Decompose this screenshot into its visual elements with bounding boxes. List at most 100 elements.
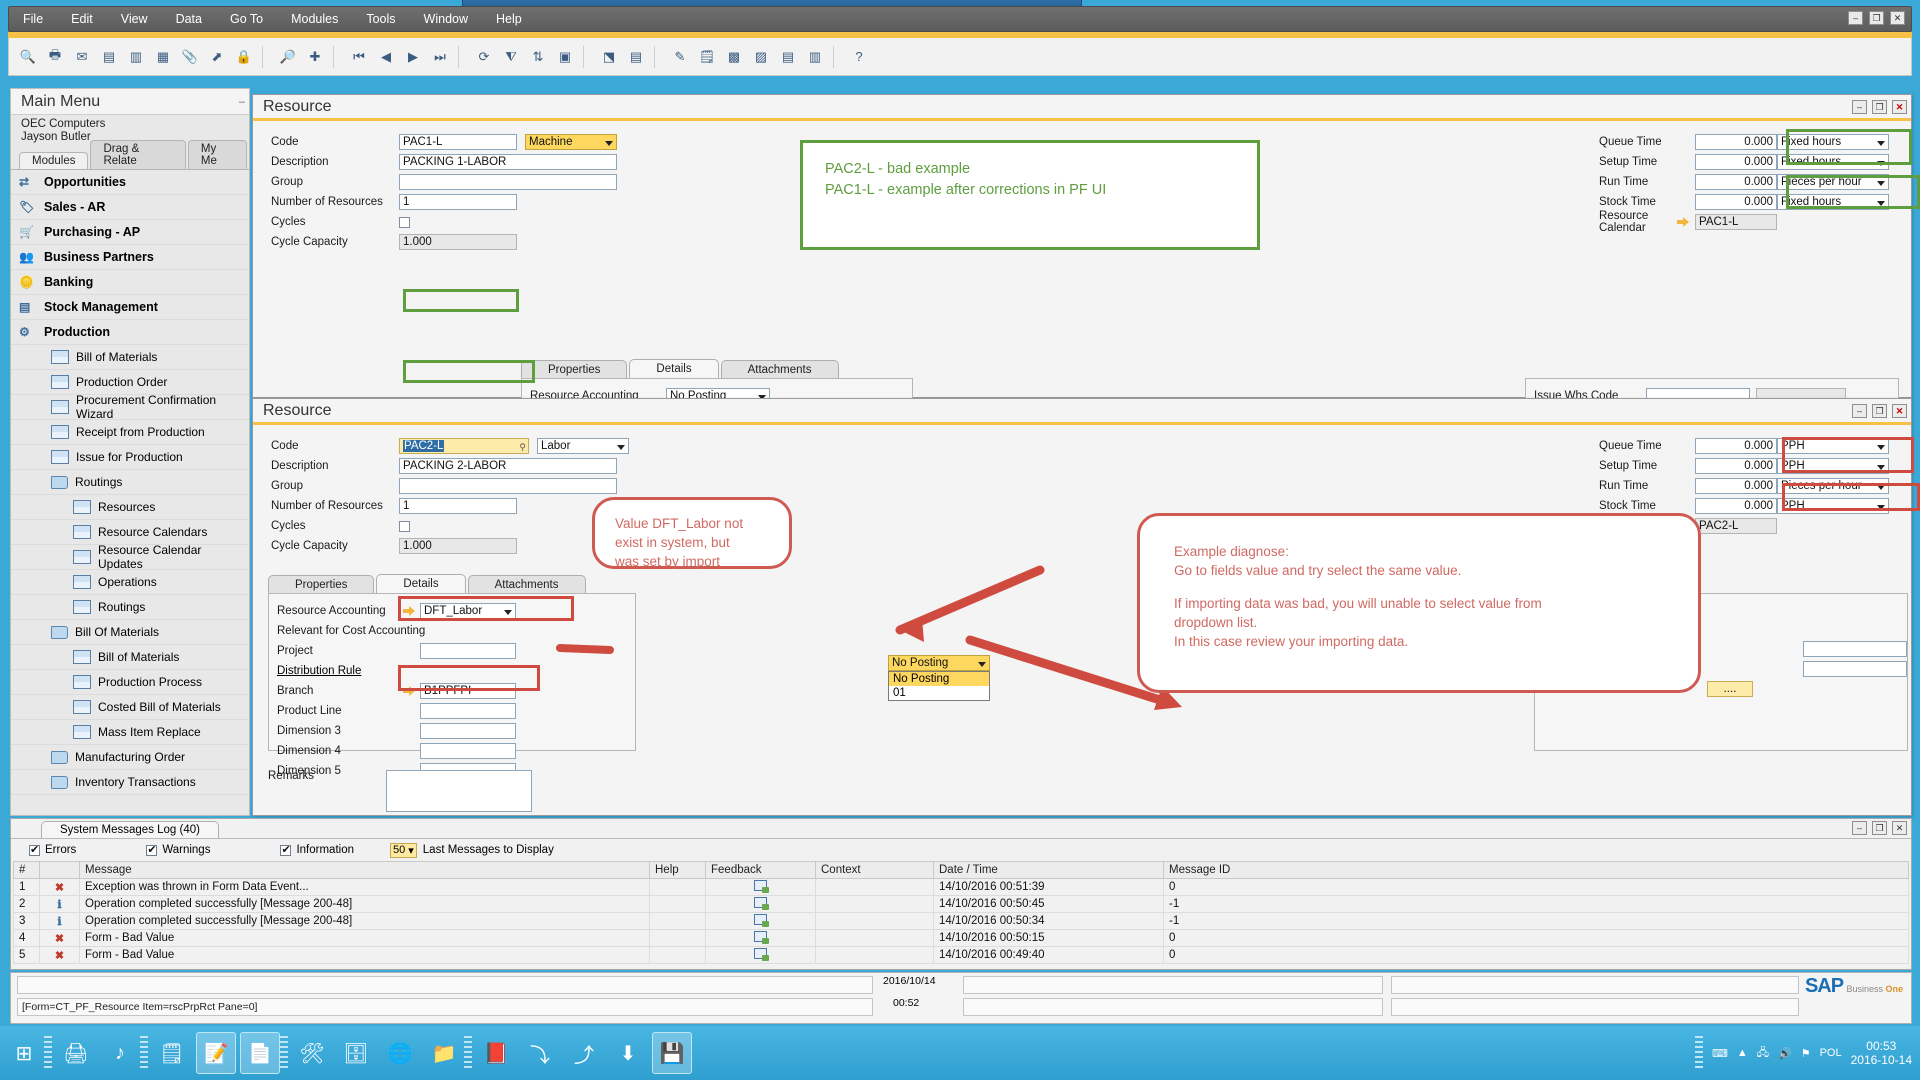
print-icon[interactable]: 🖶 xyxy=(42,44,68,70)
feedback-icon[interactable] xyxy=(706,896,816,913)
link-arrow-icon[interactable]: ⚲ xyxy=(519,440,526,454)
drag-relate-icon[interactable]: ⬔ xyxy=(596,44,622,70)
table-row[interactable]: 5✖Form - Bad Value14/10/2016 00:49:400 xyxy=(14,947,1909,964)
menu-tools[interactable]: Tools xyxy=(352,9,409,29)
sidebar-item-costed-bill-of-materials[interactable]: Costed Bill of Materials xyxy=(11,695,249,720)
number-of-resources-input[interactable]: 1 xyxy=(399,194,517,210)
attach-icon[interactable]: 📎 xyxy=(177,44,203,70)
rw2-minimize-button[interactable]: – xyxy=(1852,404,1867,418)
edit-icon[interactable]: ✎ xyxy=(667,44,693,70)
rw2-whs-input-1[interactable] xyxy=(1803,641,1907,657)
menu-goto[interactable]: Go To xyxy=(216,9,277,29)
rw2-tab-details[interactable]: Details xyxy=(376,574,465,594)
menu-view[interactable]: View xyxy=(107,9,162,29)
table-row[interactable]: 3ℹOperation completed successfully [Mess… xyxy=(14,913,1909,930)
calendar-icon[interactable]: ▤ xyxy=(623,44,649,70)
col-number[interactable]: # xyxy=(14,862,40,879)
tab-system-messages-log[interactable]: System Messages Log (40) xyxy=(41,821,219,838)
sidebar-item-manufacturing-order[interactable]: Manufacturing Order xyxy=(11,745,249,770)
sidebar-item-operations[interactable]: Operations xyxy=(11,570,249,595)
time-unit-select[interactable]: PPH xyxy=(1777,438,1889,454)
time-value-input[interactable]: 0.000 xyxy=(1695,438,1777,454)
tab-drag-relate[interactable]: Drag & Relate xyxy=(90,140,185,169)
time-value-input[interactable]: 0.000 xyxy=(1695,498,1777,514)
resource-accounting-link-arrow-icon[interactable] xyxy=(403,606,416,617)
time-unit-select[interactable]: Fixed hours xyxy=(1777,134,1889,150)
table-row[interactable]: 2ℹOperation completed successfully [Mess… xyxy=(14,896,1909,913)
time-value-input[interactable]: 0.000 xyxy=(1695,458,1777,474)
first-record-icon[interactable]: ⏮ xyxy=(346,44,372,70)
time-unit-select[interactable]: PPH xyxy=(1777,498,1889,514)
tab-my-menu[interactable]: My Me xyxy=(188,140,247,169)
taskbar-sap-icon[interactable]: 💾 xyxy=(652,1032,692,1074)
taskbar-clock[interactable]: 00:53 2016-10-14 xyxy=(1851,1039,1912,1067)
lock-icon[interactable]: 🔒 xyxy=(231,44,257,70)
export-word-icon[interactable]: ▥ xyxy=(123,44,149,70)
feedback-icon[interactable] xyxy=(706,913,816,930)
report-icon[interactable]: ▤ xyxy=(775,44,801,70)
menu-edit[interactable]: Edit xyxy=(57,9,107,29)
col-help[interactable]: Help xyxy=(650,862,706,879)
menu-data[interactable]: Data xyxy=(162,9,216,29)
email-icon[interactable]: ✉ xyxy=(69,44,95,70)
launch-icon[interactable]: ⬈ xyxy=(204,44,230,70)
taskbar-editor2-icon[interactable]: 📄 xyxy=(240,1032,280,1074)
dropdown-option-01[interactable]: 01 xyxy=(889,686,989,700)
time-value-input[interactable]: 0.000 xyxy=(1695,194,1777,210)
chevron-down-icon[interactable]: ▾ xyxy=(408,844,414,857)
time-unit-select[interactable]: Pieces per hour xyxy=(1777,174,1889,190)
cycles-checkbox-2[interactable] xyxy=(399,521,410,532)
group-input[interactable] xyxy=(399,174,617,190)
chart-icon[interactable]: ▥ xyxy=(802,44,828,70)
taskbar-app1-icon[interactable]: 📕 xyxy=(476,1032,516,1074)
information-checkbox[interactable] xyxy=(280,845,291,856)
errors-checkbox[interactable] xyxy=(29,845,40,856)
sidebar-item-routings[interactable]: Routings xyxy=(11,595,249,620)
sidebar-item-bill-of-materials[interactable]: Bill of Materials xyxy=(11,345,249,370)
resource-type-select[interactable]: Machine xyxy=(525,134,617,150)
taskbar-app3-icon[interactable]: ⤴ xyxy=(564,1032,604,1074)
time-unit-select[interactable]: Pieces per hour xyxy=(1777,478,1889,494)
table-row[interactable]: 4✖Form - Bad Value14/10/2016 00:50:150 xyxy=(14,930,1909,947)
sidebar-item-stock-management[interactable]: ▤Stock Management xyxy=(11,295,249,320)
branch-input-2[interactable]: B1PPFPI xyxy=(420,683,516,699)
sidebar-item-opportunities[interactable]: ⇄Opportunities xyxy=(11,170,249,195)
warnings-checkbox[interactable] xyxy=(146,845,157,856)
rw1-maximize-button[interactable]: ❐ xyxy=(1872,100,1887,114)
rw1-minimize-button[interactable]: – xyxy=(1852,100,1867,114)
tray-action-center-icon[interactable]: ⚑ xyxy=(1801,1047,1811,1060)
menu-window[interactable]: Window xyxy=(410,9,482,29)
sidebar-item-receipt-from-production[interactable]: Receipt from Production xyxy=(11,420,249,445)
sidebar-item-production[interactable]: ⚙Production xyxy=(11,320,249,345)
col-message-id[interactable]: Message ID xyxy=(1164,862,1909,879)
taskbar-notes-icon[interactable]: 🗒 xyxy=(152,1032,192,1074)
taskbar-media-icon[interactable]: ♪ xyxy=(100,1032,140,1074)
find-icon[interactable]: 🔎 xyxy=(275,44,301,70)
app-minimize-button[interactable]: – xyxy=(1848,11,1863,25)
resource-calendar-link-arrow-icon[interactable] xyxy=(1677,217,1690,228)
col-icon[interactable] xyxy=(40,862,80,879)
previous-record-icon[interactable]: ◀ xyxy=(373,44,399,70)
time-value-input[interactable]: 0.000 xyxy=(1695,134,1777,150)
add-icon[interactable]: ✚ xyxy=(302,44,328,70)
sidebar-item-resource-calendar-updates[interactable]: Resource Calendar Updates xyxy=(11,545,249,570)
rw2-maximize-button[interactable]: ❐ xyxy=(1872,404,1887,418)
app-close-button[interactable]: ✕ xyxy=(1890,11,1905,25)
help-icon[interactable]: ? xyxy=(846,44,872,70)
feedback-icon[interactable] xyxy=(706,947,816,964)
col-message[interactable]: Message xyxy=(80,862,650,879)
time-unit-select[interactable]: Fixed hours xyxy=(1777,194,1889,210)
log-maximize-button[interactable]: ❐ xyxy=(1872,821,1887,835)
tray-volume-icon[interactable]: 🔊 xyxy=(1778,1047,1792,1060)
rw1-close-button[interactable]: ✕ xyxy=(1892,100,1907,114)
time-unit-select[interactable]: Fixed hours xyxy=(1777,154,1889,170)
export-excel-icon[interactable]: ▤ xyxy=(96,44,122,70)
sidebar-item-issue-for-production[interactable]: Issue for Production xyxy=(11,445,249,470)
dimension4-input[interactable] xyxy=(420,743,516,759)
feedback-icon[interactable] xyxy=(706,879,816,896)
accounting-dropdown-selected[interactable]: No Posting xyxy=(888,655,990,671)
cycles-checkbox[interactable] xyxy=(399,217,410,228)
description-input[interactable]: PACKING 1-LABOR xyxy=(399,154,617,170)
rw1-tab-attachments[interactable]: Attachments xyxy=(721,360,839,379)
product-line-input-2[interactable] xyxy=(420,703,516,719)
